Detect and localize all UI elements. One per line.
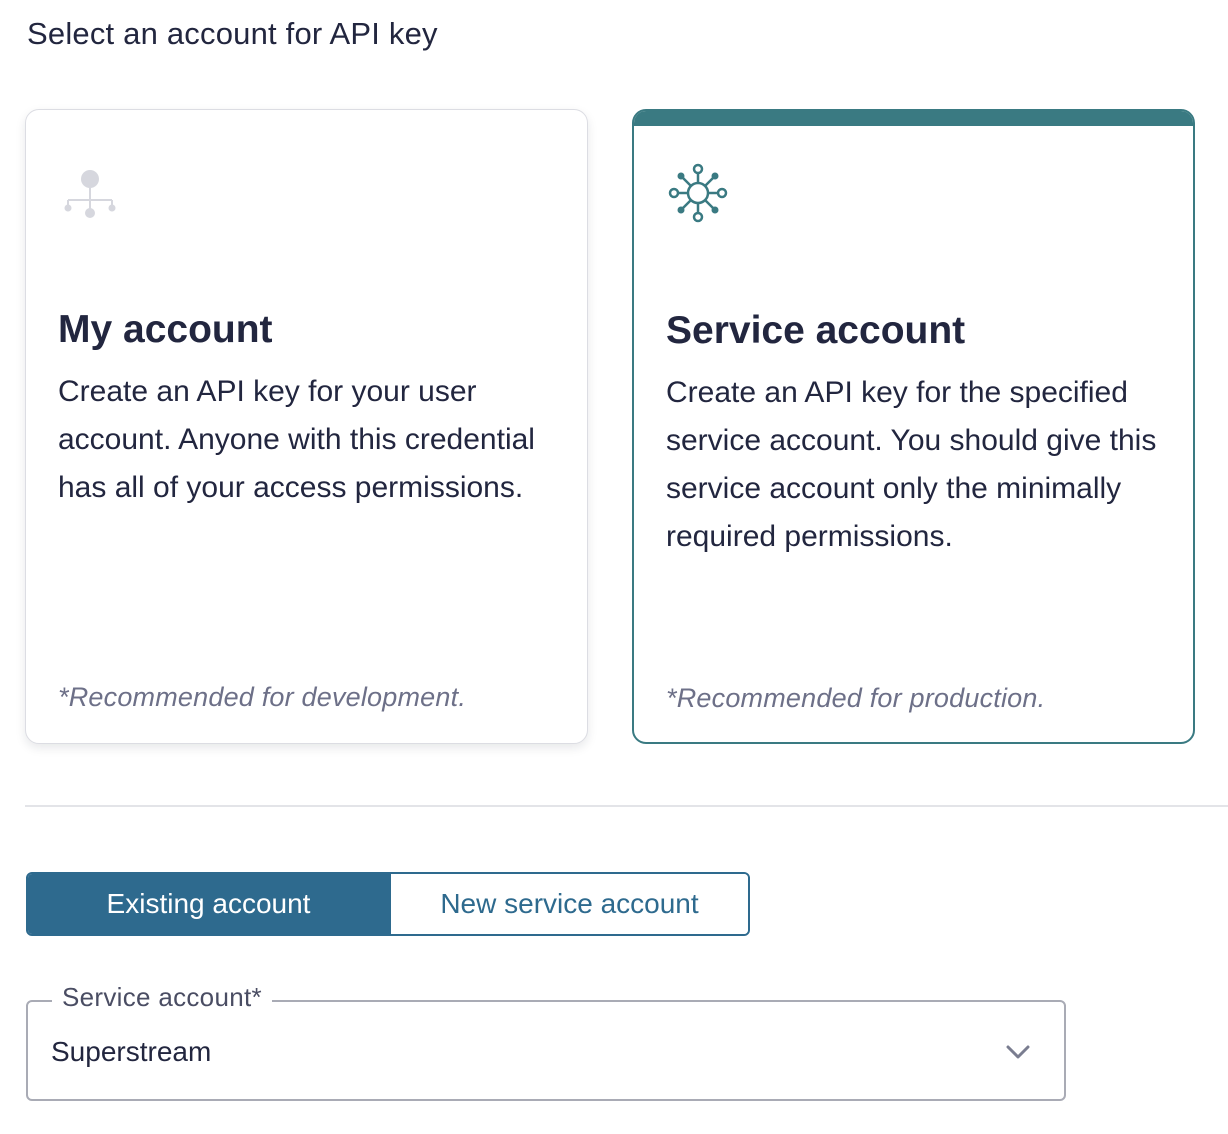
chevron-down-icon[interactable] <box>1004 1038 1032 1066</box>
existing-account-button[interactable]: Existing account <box>28 874 389 934</box>
new-service-account-button[interactable]: New service account <box>389 874 748 934</box>
service-account-card[interactable]: Service account Create an API key for th… <box>632 109 1195 744</box>
my-account-card[interactable]: My account Create an API key for your us… <box>25 109 588 744</box>
section-divider <box>25 805 1228 807</box>
api-key-account-selection: Select an account for API key My account… <box>0 0 1228 1134</box>
my-account-description: Create an API key for your user account.… <box>58 375 535 504</box>
page-heading: Select an account for API key <box>27 16 438 51</box>
service-account-select[interactable]: Service account* Superstream <box>26 982 1066 1101</box>
selected-indicator-bar <box>634 111 1193 126</box>
network-node-icon <box>668 163 728 223</box>
service-account-select-value: Superstream <box>51 1036 212 1067</box>
service-account-select-label: Service account* <box>52 982 272 1013</box>
account-type-toggle: Existing account New service account <box>26 872 750 936</box>
my-account-title: My account <box>58 308 273 351</box>
service-account-description: Create an API key for the specified serv… <box>666 376 1157 553</box>
hierarchy-icon <box>64 170 116 218</box>
service-account-recommendation: *Recommended for production. <box>666 683 1046 713</box>
service-account-title: Service account <box>666 309 966 352</box>
my-account-recommendation: *Recommended for development. <box>58 682 467 712</box>
